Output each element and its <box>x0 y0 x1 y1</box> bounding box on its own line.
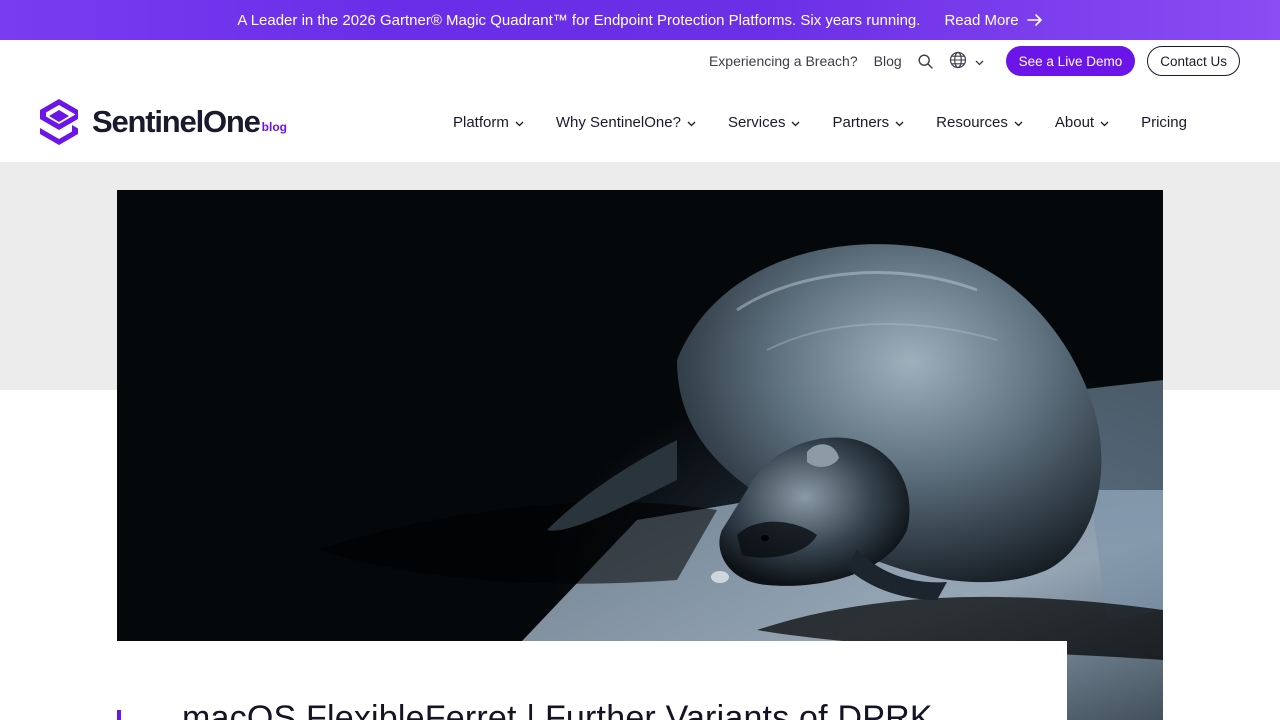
menu-item-label: Platform <box>453 113 509 131</box>
banner-text: A Leader in the 2026 Gartner® Magic Quad… <box>237 11 921 29</box>
blog-link[interactable]: Blog <box>874 53 902 69</box>
sentinelone-logo[interactable]: SentinelOne blog <box>40 99 287 145</box>
menu-item-about[interactable]: About <box>1055 114 1109 131</box>
menu-item-why-sentinelone[interactable]: Why SentinelOne? <box>556 114 696 131</box>
chevron-down-icon <box>1100 114 1109 131</box>
chevron-down-icon <box>515 114 524 131</box>
title-accent-bar <box>117 710 121 720</box>
chevron-down-icon <box>791 114 800 131</box>
article-title: macOS FlexibleFerret | Further Variants … <box>182 699 933 720</box>
breach-link[interactable]: Experiencing a Breach? <box>709 53 858 69</box>
menu-item-label: About <box>1054 113 1095 131</box>
menu-item-resources[interactable]: Resources <box>936 114 1023 131</box>
chevron-down-icon <box>895 114 904 131</box>
menu-item-pricing[interactable]: Pricing <box>1141 114 1187 131</box>
read-more-label: Read More <box>944 11 1019 29</box>
announcement-banner: A Leader in the 2026 Gartner® Magic Quad… <box>0 0 1280 40</box>
menu-item-label: Partners <box>832 113 890 131</box>
contact-us-button[interactable]: Contact Us <box>1147 46 1240 76</box>
menu-item-label: Services <box>727 113 786 131</box>
article-title-card: macOS FlexibleFerret | Further Variants … <box>117 641 1067 720</box>
sentinelone-logo-mark-icon <box>40 99 78 145</box>
main-header: SentinelOne blog Platform Why SentinelOn… <box>0 82 1280 162</box>
language-selector[interactable] <box>949 51 984 72</box>
globe-icon <box>949 51 967 72</box>
read-more-link[interactable]: Read More <box>944 12 1042 29</box>
search-icon[interactable] <box>918 53 933 69</box>
menu-item-partners[interactable]: Partners <box>832 114 904 131</box>
menu-item-platform[interactable]: Platform <box>453 114 524 131</box>
menu-item-label: Why SentinelOne? <box>555 113 681 131</box>
menu-item-label: Pricing <box>1141 113 1187 131</box>
live-demo-button[interactable]: See a Live Demo <box>1005 46 1136 76</box>
chevron-down-icon <box>1014 114 1023 131</box>
chevron-down-icon <box>687 114 696 131</box>
utility-nav: Experiencing a Breach? Blog See a Live D… <box>0 40 1280 82</box>
arrow-right-icon <box>1026 14 1043 26</box>
menu-item-services[interactable]: Services <box>728 114 801 131</box>
logo-wordmark: SentinelOne <box>92 104 261 139</box>
primary-menu: Platform Why SentinelOne? Services Partn… <box>453 82 1187 162</box>
menu-item-label: Resources <box>936 113 1008 131</box>
logo-blog-suffix: blog <box>261 120 287 134</box>
chevron-down-icon <box>975 53 984 69</box>
